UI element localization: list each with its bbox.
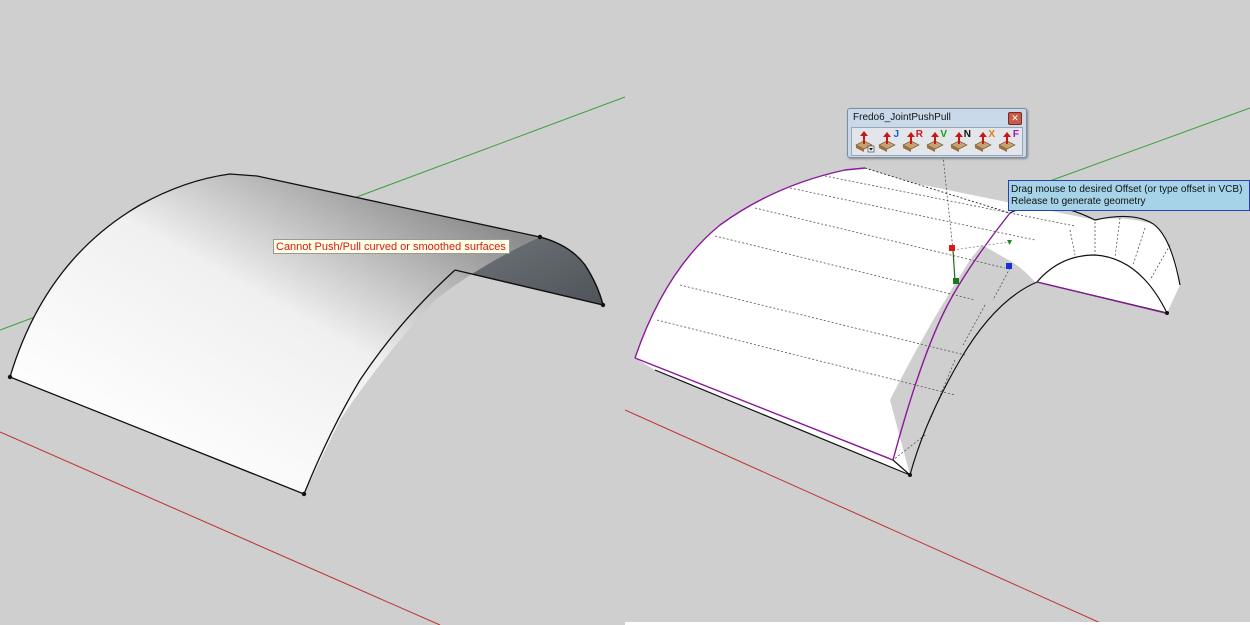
follow-push-pull-button[interactable]: F [997, 129, 1020, 153]
green-axis [1024, 107, 1250, 191]
tool-letter: F [1012, 129, 1019, 140]
push-pull-dropdown-icon [855, 131, 875, 153]
right-model-canvas[interactable] [625, 0, 1250, 625]
red-handle [949, 245, 955, 251]
joint-push-pull-toolbar[interactable]: Fredo6_JointPushPull ✕ J R V N X F [847, 108, 1027, 158]
toolbar-titlebar[interactable]: Fredo6_JointPushPull ✕ [848, 109, 1026, 126]
tool-letter: R [915, 129, 923, 140]
error-tooltip: Cannot Push/Pull curved or smoothed surf… [273, 239, 510, 254]
tool-letter: X [988, 129, 995, 140]
blue-handle [1006, 263, 1012, 269]
right-viewport[interactable]: Fredo6_JointPushPull ✕ J R V N X F Drag … [625, 0, 1250, 625]
normal-push-pull-button[interactable]: N [949, 129, 972, 153]
toolbar-buttons: J R V N X F [851, 127, 1023, 156]
vector-push-pull-button[interactable]: V [925, 129, 948, 153]
round-push-pull-button[interactable]: R [901, 129, 924, 153]
left-model-canvas[interactable] [0, 0, 625, 625]
arch-curved-surface [10, 174, 540, 494]
tool-letter: N [963, 129, 971, 140]
joint-push-pull-button[interactable]: J [877, 129, 900, 153]
vertex-marker [1165, 311, 1169, 315]
toolbar-title: Fredo6_JointPushPull [853, 112, 951, 123]
status-hint-line1: Drag mouse to desired Offset (or type of… [1011, 184, 1243, 195]
green-handle [953, 278, 959, 284]
arch-offset-surface [635, 168, 1010, 475]
vertex-marker [600, 302, 606, 308]
close-icon[interactable]: ✕ [1008, 112, 1022, 125]
status-hint-tooltip: Drag mouse to desired Offset (or type of… [1008, 180, 1250, 211]
status-hint-line2: Release to generate geometry [1011, 196, 1146, 207]
extrude-push-pull-button[interactable]: X [973, 129, 996, 153]
vertex-marker [537, 234, 543, 240]
vertex-marker [301, 491, 307, 497]
left-viewport[interactable]: Cannot Push/Pull curved or smoothed surf… [0, 0, 625, 625]
vertex-marker [908, 473, 912, 477]
vertex-marker [7, 374, 13, 380]
push-pull-dropdown-button[interactable] [853, 129, 876, 153]
tool-letter: V [940, 129, 947, 140]
tool-letter: J [893, 129, 899, 140]
